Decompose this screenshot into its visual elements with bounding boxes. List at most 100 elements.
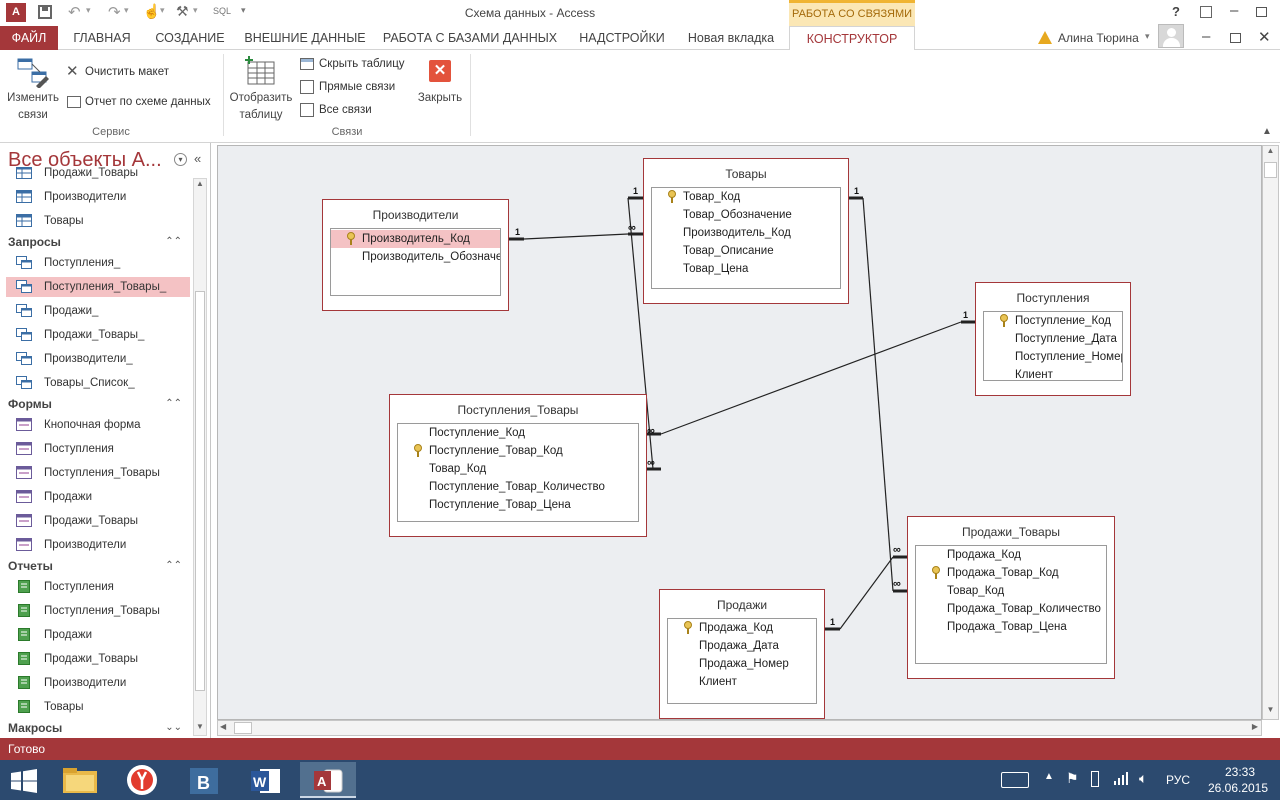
field-row[interactable]: Продажа_Номер [668,655,816,673]
tab-design[interactable]: КОНСТРУКТОР [789,26,915,51]
table-receipts[interactable]: Поступления Поступление_Код Поступление_… [975,282,1131,396]
tab-create[interactable]: СОЗДАНИЕ [148,26,232,50]
field-row[interactable]: Поступление_Дата [984,330,1122,348]
start-button[interactable] [10,769,38,793]
scroll-up-icon[interactable]: ▲ [1263,146,1278,160]
help-button[interactable]: ? [1172,4,1180,19]
network-signal-icon[interactable] [1113,770,1129,789]
nav-item-report[interactable]: Производители [14,673,190,693]
scroll-thumb[interactable] [1264,162,1277,178]
taskbar-word[interactable]: W [238,762,294,798]
nav-menu-dropdown-icon[interactable]: ▾ [174,153,187,166]
nav-item-form[interactable]: Продажи_Товары [14,511,190,531]
scroll-left-icon[interactable]: ◀ [220,722,226,731]
nav-item-table[interactable]: Производители [14,187,190,207]
ribbon-display-options-icon[interactable] [1200,6,1212,18]
ribbon-minimize-icon[interactable]: – [1202,28,1210,45]
volume-icon[interactable]: 🔈︎ [1139,770,1147,787]
sql-view-button[interactable]: SQL [213,6,231,16]
field-row[interactable]: Товар_Обозначение [652,206,840,224]
undo-icon[interactable]: ↶ [68,3,81,21]
canvas-horizontal-scrollbar[interactable]: ◀ ▶ [217,720,1262,736]
avatar[interactable] [1158,24,1184,48]
touch-keyboard-icon[interactable] [1001,772,1029,788]
battery-icon[interactable] [1091,771,1099,787]
show-hidden-icons[interactable]: ▲ [1044,771,1054,782]
taskbar-vk[interactable]: B [176,762,232,798]
nav-item-form[interactable]: Поступления [14,439,190,459]
hide-table-button[interactable]: Скрыть таблицу [299,56,411,74]
action-center-icon[interactable]: ⚑ [1066,770,1079,787]
save-icon[interactable] [38,5,52,19]
collapse-group-icon[interactable]: ⌃⌃ [165,557,182,575]
nav-scrollbar[interactable]: ▲ ▼ [193,178,207,736]
nav-item-form[interactable]: Поступления_Товары [14,463,190,483]
input-language[interactable]: РУС [1166,773,1190,787]
taskbar-file-explorer[interactable] [52,762,108,798]
minimize-icon[interactable]: – [1230,2,1238,19]
taskbar-access[interactable]: A [300,762,356,798]
nav-item-query[interactable]: Производители_ [14,349,190,369]
nav-item-report[interactable]: Товары [14,697,190,717]
nav-item-query-selected[interactable]: Поступления_Товары_ [6,277,190,297]
close-window-icon[interactable]: ✕ [1258,28,1271,46]
field-row[interactable]: Производитель_Код [331,230,500,248]
field-row[interactable]: Продажа_Товар_Цена [916,618,1106,636]
undo-dropdown-icon[interactable]: ▾ [86,5,91,16]
touch-mode-dropdown-icon[interactable]: ▾ [160,5,165,16]
nav-group-macros[interactable]: Макросы ⌄⌄ [8,719,188,737]
table-sales[interactable]: Продажи Продажа_Код Продажа_Дата Продажа… [659,589,825,719]
direct-relationships-button[interactable]: Прямые связи [299,79,411,97]
field-row[interactable]: Товар_Код [916,582,1106,600]
nav-group-reports[interactable]: Отчеты ⌃⌃ [8,557,188,575]
maximize-icon[interactable] [1256,7,1267,17]
redo-dropdown-icon[interactable]: ▾ [124,5,129,16]
field-row[interactable]: Товар_Код [652,188,840,206]
clock-date[interactable]: 26.06.2015 [1200,781,1276,795]
tab-file[interactable]: ФАЙЛ [0,26,58,50]
nav-item-query[interactable]: Продажи_ [14,301,190,321]
nav-item-query[interactable]: Продажи_Товары_ [14,325,190,345]
scroll-down-icon[interactable]: ▼ [1263,705,1278,719]
collapse-group-icon[interactable]: ⌃⌃ [165,233,182,251]
properties-icon[interactable]: ⚒ [176,3,189,20]
user-dropdown-icon[interactable]: ▾ [1145,31,1150,42]
nav-collapse-icon[interactable]: « [194,151,201,166]
scroll-thumb[interactable] [234,722,252,734]
tab-database-tools[interactable]: РАБОТА С БАЗАМИ ДАННЫХ [378,26,562,50]
relationship-report-button[interactable]: Отчет по схеме данных [66,94,218,112]
collapse-group-icon[interactable]: ⌃⌃ [165,395,182,413]
scroll-down-icon[interactable]: ▼ [194,722,206,735]
nav-item-query[interactable]: Товары_Список_ [14,373,190,393]
tab-add-ins[interactable]: НАДСТРОЙКИ [570,26,674,50]
close-button[interactable]: ✕ Закрыть [414,54,466,124]
table-goods[interactable]: Товары Товар_Код Товар_Обозначение Произ… [643,158,849,304]
redo-icon[interactable]: ↷ [108,3,121,21]
clear-layout-button[interactable]: ✕ Очистить макет [66,63,216,82]
nav-item-form[interactable]: Продажи [14,487,190,507]
scroll-right-icon[interactable]: ▶ [1252,722,1258,731]
field-row[interactable]: Товар_Код [398,460,638,478]
field-row[interactable]: Клиент [984,366,1122,380]
canvas-vertical-scrollbar[interactable]: ▲ ▼ [1262,145,1279,720]
nav-item-form[interactable]: Кнопочная форма [14,415,190,435]
all-relationships-button[interactable]: Все связи [299,102,411,120]
access-logo-icon[interactable]: A [6,3,26,22]
collapse-ribbon-icon[interactable]: ▲ [1262,126,1272,137]
field-row[interactable]: Поступление_Товар_Цена [398,496,638,514]
field-row[interactable]: Поступление_Товар_Код [398,442,638,460]
field-row[interactable]: Продажа_Код [916,546,1106,564]
qat-customize-icon[interactable]: ▾ [241,5,246,16]
field-row[interactable]: Производитель_Код [652,224,840,242]
nav-item-table[interactable]: Товары [14,211,190,231]
clock-time[interactable]: 23:33 [1210,765,1270,779]
field-row[interactable]: Поступление_Код [398,424,638,442]
table-receipt-goods[interactable]: Поступления_Товары Поступление_Код Посту… [389,394,647,537]
nav-item-form[interactable]: Производители [14,535,190,555]
field-row[interactable]: Продажа_Дата [668,637,816,655]
field-row[interactable]: Поступление_Номер [984,348,1122,366]
field-row[interactable]: Клиент [668,673,816,691]
field-row[interactable]: Поступление_Товар_Количество [398,478,638,496]
relationships-canvas[interactable]: 1 ∞ 1 ∞ ∞ 1 1 ∞ ∞ 1 Производители Произв… [217,145,1262,720]
nav-item-query[interactable]: Поступления_ [14,253,190,273]
